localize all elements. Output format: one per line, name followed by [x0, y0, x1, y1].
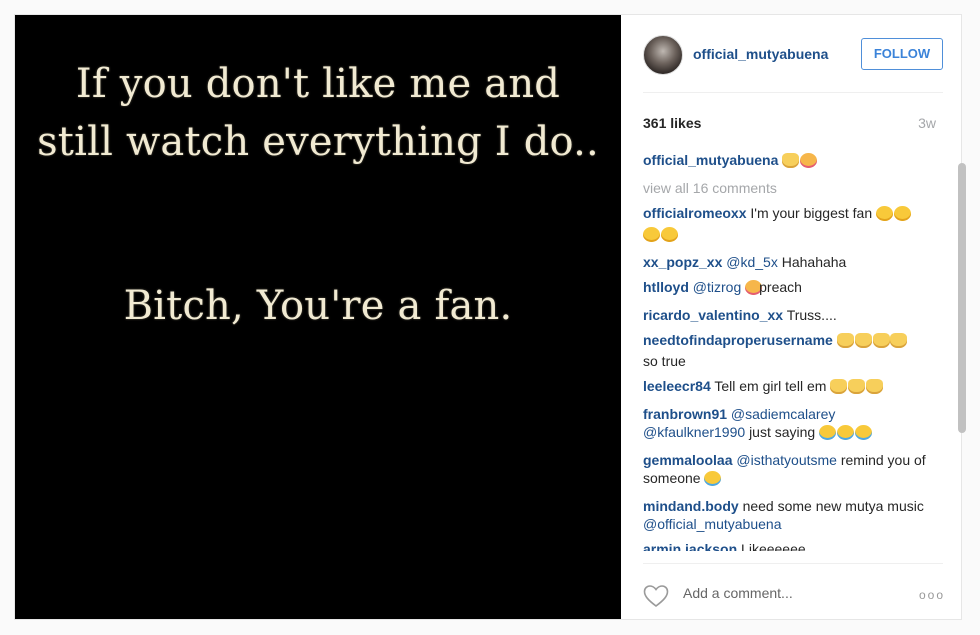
caption: official_mutyabuena: [643, 151, 937, 172]
comment-mention-link[interactable]: @official_mutyabuena: [643, 516, 781, 532]
comment-username-link[interactable]: officialromeoxx: [643, 205, 746, 221]
comment-item: gemmaloolaa @isthatyoutsme remind you of…: [643, 451, 937, 490]
comment-mention-link[interactable]: @tizrog: [693, 279, 741, 295]
comment-item: leeleecr84 Tell em girl tell em: [643, 377, 937, 398]
comment-item: htlloyd @tizrog preach: [643, 278, 937, 299]
comment-username-link[interactable]: needtofindaproperusername: [643, 332, 833, 348]
quote-line-2: still watch everything I do..: [37, 119, 599, 165]
avatar[interactable]: [643, 35, 683, 75]
emoji-group: [704, 471, 722, 490]
post-image[interactable]: ​ If you don't like me and still watch e…: [15, 15, 621, 619]
emoji-group: [745, 280, 763, 299]
clapping-hands-icon: [848, 379, 866, 394]
comment-text: just saying: [749, 424, 816, 440]
post-header: official_mutyabuena FOLLOW: [643, 15, 943, 93]
comment-item: ricardo_valentino_xx Truss....: [643, 306, 937, 324]
quote-line-1: If you don't like me and: [75, 61, 561, 107]
instagram-post: ​ If you don't like me and still watch e…: [14, 14, 966, 620]
comment-item: officialromeoxx I'm your biggest fan: [643, 204, 937, 246]
clapping-hands-icon: [854, 333, 872, 348]
comment-text: Tell em girl tell em: [714, 378, 827, 394]
header-username-link[interactable]: official_mutyabuena: [693, 46, 828, 62]
caption-username-link[interactable]: official_mutyabuena: [643, 152, 778, 168]
post-time[interactable]: 3w: [918, 115, 936, 131]
add-comment-input[interactable]: [683, 582, 883, 604]
emoji-group: [819, 425, 872, 444]
clapping-hands-icon: [782, 153, 800, 168]
emoji-group: [876, 206, 911, 225]
emoji-group: [643, 227, 678, 246]
view-all-comments-link[interactable]: view all 16 comments: [643, 179, 937, 197]
more-options-icon[interactable]: ooo: [919, 588, 945, 602]
clapping-hands-icon: [836, 333, 854, 348]
comment-text: Likeeeeee: [741, 541, 806, 551]
follow-button[interactable]: FOLLOW: [861, 38, 943, 70]
comment-item: armin.jackson Likeeeeee: [643, 540, 937, 551]
comment-mention-link[interactable]: @kd_5x: [726, 254, 778, 270]
comment-text: so true: [643, 353, 686, 369]
comment-text: preach: [759, 279, 802, 295]
tears-of-joy-icon: [819, 425, 837, 440]
comment-item: xx_popz_xx @kd_5x Hahahaha: [643, 253, 937, 271]
post-sidebar: official_mutyabuena FOLLOW 361 likes 3w …: [622, 15, 966, 619]
kissing-face-icon: [800, 153, 818, 168]
clapping-hands-icon: [866, 379, 884, 394]
emoji-group: [830, 379, 884, 398]
clapping-hands-icon: [890, 333, 908, 348]
comment-mention-link[interactable]: @sadiemcalarey: [731, 406, 835, 422]
comments-list[interactable]: official_mutyabuena view all 16 comments…: [643, 151, 937, 551]
emoji-group: [782, 153, 818, 172]
comment-item: needtofindaproperusername so true: [643, 331, 937, 370]
comment-item: franbrown91 @sadiemcalarey @kfaulkner199…: [643, 405, 937, 444]
comment-text: Hahahaha: [781, 254, 847, 270]
emoji-group: [836, 333, 908, 352]
comment-username-link[interactable]: gemmaloolaa: [643, 452, 732, 468]
laughing-face-icon: [893, 206, 911, 221]
comment-username-link[interactable]: mindand.body: [643, 498, 739, 514]
comment-text: I'm your biggest fan: [750, 205, 873, 221]
comment-text: Truss....: [786, 307, 837, 323]
laughing-face-icon: [643, 227, 660, 242]
comment-username-link[interactable]: ricardo_valentino_xx: [643, 307, 783, 323]
add-comment-bar: ooo: [643, 563, 943, 619]
tears-of-joy-icon: [837, 425, 854, 440]
likes-count[interactable]: 361 likes: [643, 115, 701, 131]
comment-item: mindand.body need some new mutya music @…: [643, 497, 937, 533]
clapping-hands-icon: [830, 379, 848, 394]
comment-text: need some new mutya music: [742, 498, 924, 514]
laughing-face-icon: [660, 227, 678, 242]
comment-username-link[interactable]: xx_popz_xx: [643, 254, 722, 270]
clapping-hands-icon: [872, 333, 890, 348]
comment-mention-link[interactable]: @kfaulkner1990: [643, 424, 745, 440]
comment-username-link[interactable]: franbrown91: [643, 406, 727, 422]
laughing-face-icon: [876, 206, 893, 221]
comment-mention-link[interactable]: @isthatyoutsme: [736, 452, 837, 468]
comment-username-link[interactable]: leeleecr84: [643, 378, 711, 394]
tears-of-joy-icon: [704, 471, 722, 486]
comment-username-link[interactable]: armin.jackson: [643, 541, 737, 551]
comment-username-link[interactable]: htlloyd: [643, 279, 689, 295]
comments-scrollbar[interactable]: [958, 163, 966, 433]
quote-line-3: Bitch, You're a fan.: [123, 283, 513, 329]
heart-icon[interactable]: [643, 584, 669, 608]
tears-of-joy-icon: [854, 425, 872, 440]
